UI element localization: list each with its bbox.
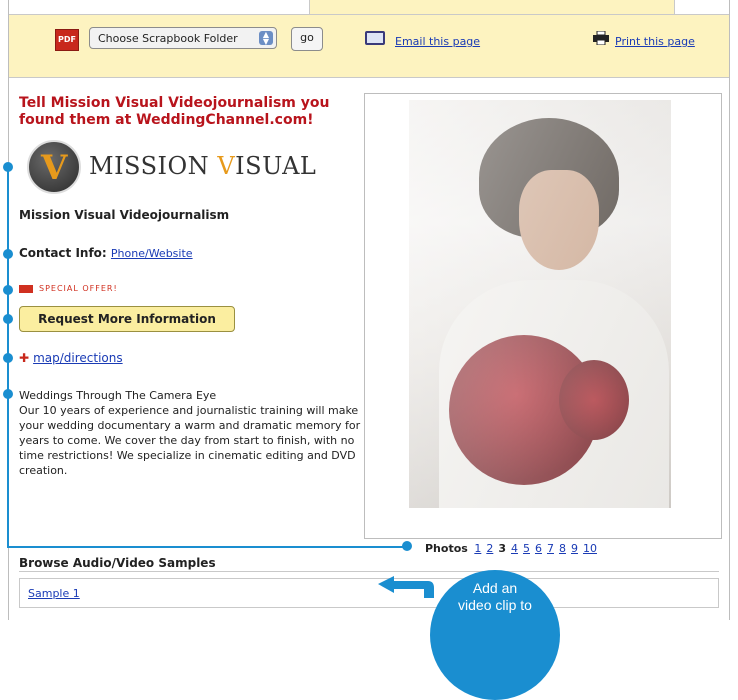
samples-list: Sample 1 [19, 578, 719, 608]
photo-page-link[interactable]: 4 [511, 542, 518, 555]
callout-arrow-icon [378, 576, 434, 598]
request-info-button[interactable]: Request More Information [19, 306, 235, 332]
photo-page-link[interactable]: 6 [535, 542, 542, 555]
callout-line1: Add an [472, 580, 518, 596]
special-offer[interactable]: SPECIAL OFFER! [19, 284, 118, 293]
map-directions-link[interactable]: map/directions [33, 351, 123, 365]
browse-samples-heading: Browse Audio/Video Samples [19, 556, 216, 570]
callout-line2: video clip to [458, 597, 532, 613]
description-title: Weddings Through The Camera Eye [19, 389, 217, 402]
logo-wordmark: MISSION VISUAL [89, 152, 317, 180]
photo-page-links: 1 2 3 4 5 6 7 8 9 10 [474, 542, 602, 555]
top-tab-strip [309, 0, 675, 15]
photo-page-link[interactable]: 8 [559, 542, 566, 555]
toolbar: PDF Choose Scrapbook Folder ▲ ▼ go Email … [9, 14, 729, 78]
photo-page-link[interactable]: 2 [486, 542, 493, 555]
photo-pagination: Photos 1 2 3 4 5 6 7 8 9 10 [425, 542, 602, 555]
photo-page-link[interactable]: 9 [571, 542, 578, 555]
vendor-headline: Tell Mission Visual Videojournalism you … [19, 95, 330, 128]
annotation-line [7, 546, 407, 548]
contact-phone-website-link[interactable]: Phone/Website [111, 247, 193, 260]
photo-page-link[interactable]: 10 [583, 542, 597, 555]
email-page-link[interactable]: Email this page [395, 35, 480, 48]
contact-info: Contact Info: Phone/Website [19, 246, 193, 260]
contact-label: Contact Info: [19, 246, 107, 260]
logo-mark: V [27, 140, 81, 194]
page-frame: PDF Choose Scrapbook Folder ▲ ▼ go Email … [8, 0, 730, 620]
go-button[interactable]: go [291, 27, 323, 51]
photo-page-link: 3 [498, 542, 506, 555]
special-offer-label: SPECIAL OFFER! [39, 284, 118, 293]
photo-viewer [364, 93, 722, 539]
map-directions: ✚ map/directions [19, 351, 123, 365]
pdf-icon[interactable]: PDF [55, 29, 79, 51]
divider [19, 571, 719, 572]
printer-icon[interactable] [593, 31, 609, 45]
email-icon[interactable] [365, 31, 385, 45]
photo-page-link[interactable]: 5 [523, 542, 530, 555]
scrapbook-folder-select[interactable]: Choose Scrapbook Folder ▲ ▼ [89, 27, 277, 49]
map-cross-icon: ✚ [19, 351, 30, 365]
photos-label: Photos [425, 542, 468, 555]
photo-page-link[interactable]: 1 [474, 542, 481, 555]
select-arrows-icon: ▲ ▼ [259, 31, 273, 46]
tag-icon [19, 284, 33, 293]
sample-link[interactable]: Sample 1 [28, 587, 80, 600]
annotation-dot [402, 541, 412, 551]
callout-bubble: Add an video clip to [430, 570, 560, 700]
scrapbook-select-value: Choose Scrapbook Folder [98, 32, 238, 45]
company-name: Mission Visual Videojournalism [19, 208, 230, 222]
vendor-logo: V MISSION VISUAL [27, 140, 327, 194]
photo-page-link[interactable]: 7 [547, 542, 554, 555]
bride-photo [409, 100, 671, 508]
annotation-line [7, 167, 9, 547]
print-page-link[interactable]: Print this page [615, 35, 695, 48]
vendor-description: Our 10 years of experience and journalis… [19, 404, 361, 477]
